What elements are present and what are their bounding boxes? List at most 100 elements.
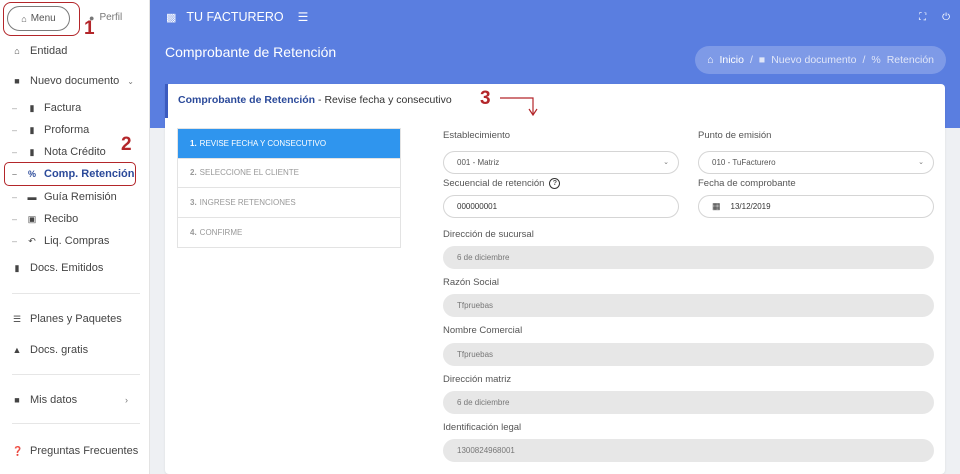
- file-icon: ▮: [29, 146, 35, 157]
- secuencial-value: 000000001: [457, 202, 498, 211]
- id-card-icon: ■: [14, 395, 20, 405]
- dash-icon: –: [12, 125, 18, 135]
- step-label: REVISE FECHA Y CONSECUTIVO: [199, 138, 327, 148]
- wizard-step-2[interactable]: 2. SELECCIONE EL CLIENTE: [178, 159, 400, 188]
- direccion-sucursal-value: 6 de diciembre: [457, 253, 510, 262]
- secuencial-label: Secuencial de retención: [443, 178, 545, 189]
- identificacion-label: Identificación legal: [443, 422, 522, 433]
- truck-icon: ▬: [27, 192, 37, 202]
- top-bar: ▩ TU FACTURERO ☰ ⛶ ⏻: [150, 0, 960, 36]
- step-label: SELECCIONE EL CLIENTE: [199, 168, 299, 178]
- card-title-main: Comprobante de Retención: [178, 94, 316, 106]
- logo-icon: ▩: [166, 11, 177, 24]
- power-icon[interactable]: ⏻: [942, 12, 950, 23]
- file-icon: ▮: [29, 102, 35, 113]
- brand: ▩ TU FACTURERO ☰: [166, 10, 308, 24]
- sidebar-item-guia-remision[interactable]: – ▬ Guía Remisión: [12, 191, 117, 203]
- clipboard-icon: ▮: [14, 262, 20, 273]
- gift-icon: ▲: [12, 345, 22, 355]
- sidebar-item-label: Docs. Emitidos: [30, 262, 104, 274]
- sidebar-item-nuevo-documento[interactable]: ■ Nuevo documento ⌄: [12, 75, 134, 87]
- breadcrumb-nuevo[interactable]: Nuevo documento: [771, 54, 856, 66]
- establecimiento-label: Establecimiento: [443, 130, 511, 141]
- fecha-label: Fecha de comprobante: [698, 178, 796, 189]
- receipt-icon: ▣: [27, 213, 37, 224]
- direccion-matriz-field: 6 de diciembre: [443, 391, 934, 414]
- wizard-step-1[interactable]: 1. REVISE FECHA Y CONSECUTIVO: [178, 129, 400, 159]
- help-circle-icon[interactable]: ?: [549, 178, 561, 189]
- sidebar-item-label: Mis datos: [30, 394, 78, 406]
- card-header: Comprobante de Retención - Revise fecha …: [165, 84, 945, 118]
- nombre-comercial-field: Tfpruebas: [443, 343, 934, 366]
- percent-icon: %: [871, 54, 881, 66]
- perfil-link[interactable]: ● Perfil: [89, 12, 122, 23]
- nombre-comercial-label: Nombre Comercial: [443, 325, 523, 336]
- sidebar-item-docs-gratis[interactable]: ▲ Docs. gratis: [12, 344, 89, 356]
- chevron-right-icon: ›: [125, 395, 128, 405]
- sidebar-item-label: Nuevo documento: [30, 75, 120, 87]
- sidebar-item-entidad[interactable]: ⌂ Entidad: [12, 45, 67, 57]
- sidebar-item-mis-datos[interactable]: ■ Mis datos ›: [12, 394, 128, 406]
- percent-icon: %: [27, 169, 36, 179]
- step-label: CONFIRME: [199, 227, 243, 237]
- annotation-2: 2: [121, 134, 132, 155]
- sidebar-item-proforma[interactable]: – ▮ Proforma: [12, 124, 89, 136]
- direccion-matriz-value: 6 de diciembre: [457, 398, 510, 407]
- bars-icon: ☰: [12, 313, 22, 324]
- step-label: INGRESE RETENCIONES: [199, 197, 296, 207]
- dash-icon: –: [12, 214, 18, 224]
- dash-icon: –: [12, 192, 18, 202]
- punto-emision-select[interactable]: 010 - TuFacturero ⌄: [698, 151, 934, 174]
- establecimiento-select[interactable]: 001 - Matriz ⌄: [443, 151, 679, 174]
- sidebar: ⌂ Menu 1 ● Perfil ⌂ Entidad ■ Nuevo docu…: [0, 0, 150, 474]
- hamburger-icon[interactable]: ☰: [298, 10, 309, 24]
- sidebar-item-label: Recibo: [44, 213, 79, 225]
- direccion-matriz-label: Dirección matriz: [443, 374, 512, 385]
- dash-icon: –: [12, 169, 18, 179]
- breadcrumb-home[interactable]: Inicio: [719, 54, 744, 66]
- question-circle-icon: ❓: [12, 445, 24, 456]
- sidebar-item-label: Guía Remisión: [44, 191, 117, 203]
- razon-social-field: Tfpruebas: [443, 294, 934, 317]
- step-number: 1.: [190, 138, 197, 148]
- step-number: 2.: [190, 168, 197, 178]
- wizard-step-4[interactable]: 4. CONFIRME: [178, 218, 400, 248]
- sidebar-item-label: Entidad: [30, 45, 68, 57]
- perfil-label: Perfil: [99, 12, 123, 23]
- secuencial-label-row: Secuencial de retención ?: [443, 178, 561, 189]
- plus-square-icon: ■: [14, 76, 20, 86]
- divider: [12, 374, 140, 375]
- annotation-arrow: [500, 97, 538, 117]
- dash-icon: –: [12, 236, 18, 246]
- fecha-input[interactable]: ▦ 13/12/2019: [698, 195, 934, 218]
- sidebar-item-comp-retencion[interactable]: – % Comp. Retención: [12, 168, 134, 180]
- annotation-3: 3: [480, 88, 491, 109]
- sidebar-item-label: Factura: [44, 102, 82, 114]
- sidebar-item-recibo[interactable]: – ▣ Recibo: [12, 213, 78, 225]
- user-icon: ●: [89, 12, 95, 23]
- sidebar-item-label: Preguntas Frecuentes: [30, 445, 139, 457]
- page-title: Comprobante de Retención: [165, 44, 337, 60]
- brand-name: TU FACTURERO: [186, 10, 284, 24]
- direccion-sucursal-label: Dirección de sucursal: [443, 229, 534, 240]
- breadcrumb: ⌂ Inicio / ■ Nuevo documento / % Retenci…: [695, 46, 946, 74]
- wizard-step-3[interactable]: 3. INGRESE RETENCIONES: [178, 188, 400, 218]
- sidebar-item-label: Docs. gratis: [30, 344, 89, 356]
- card-subtitle: Revise fecha y consecutivo: [324, 94, 452, 106]
- calendar-icon[interactable]: ▦: [712, 201, 721, 212]
- sidebar-item-nota-credito[interactable]: – ▮ Nota Crédito: [12, 146, 106, 158]
- sidebar-item-docs-emitidos[interactable]: ▮ Docs. Emitidos: [12, 262, 104, 274]
- sidebar-item-preguntas[interactable]: ❓ Preguntas Frecuentes: [12, 445, 138, 457]
- plus-square-icon: ■: [758, 54, 766, 66]
- sidebar-item-planes[interactable]: ☰ Planes y Paquetes: [12, 313, 122, 325]
- punto-emision-value: 010 - TuFacturero: [712, 158, 776, 167]
- secuencial-input[interactable]: 000000001: [443, 195, 679, 218]
- sidebar-item-factura[interactable]: – ▮ Factura: [12, 102, 81, 114]
- sidebar-item-label: Nota Crédito: [44, 146, 106, 158]
- divider: [12, 293, 140, 294]
- fullscreen-icon[interactable]: ⛶: [919, 12, 926, 23]
- sidebar-item-liq-compras[interactable]: – ↶ Liq. Compras: [12, 235, 109, 247]
- breadcrumb-current: Retención: [886, 54, 934, 66]
- wizard-steps: 1. REVISE FECHA Y CONSECUTIVO 2. SELECCI…: [177, 128, 401, 248]
- top-icons: ⛶ ⏻: [919, 12, 950, 23]
